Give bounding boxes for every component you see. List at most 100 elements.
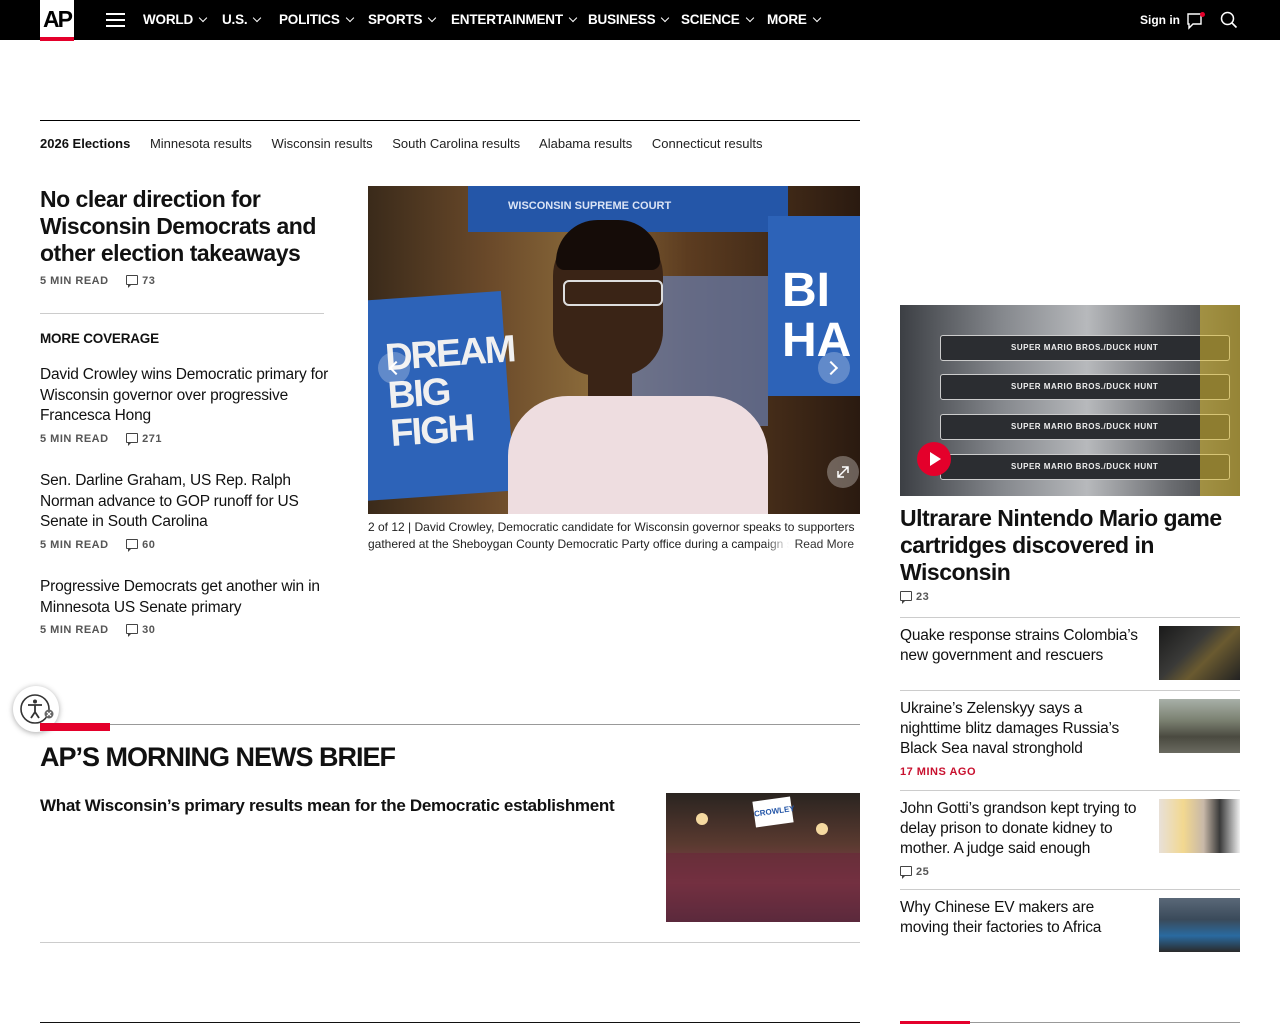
coverage-meta: 5 MIN READ 30 bbox=[40, 624, 156, 637]
nav-sports[interactable]: SPORTS bbox=[368, 0, 437, 40]
chevron-down-icon bbox=[812, 13, 821, 23]
prev-slide-button[interactable] bbox=[378, 352, 410, 384]
chevron-down-icon bbox=[661, 13, 670, 23]
slide-counter: 2 of 12 | bbox=[368, 520, 412, 534]
divider bbox=[40, 313, 324, 314]
comment-icon bbox=[126, 275, 139, 288]
ap-logo[interactable]: AP bbox=[40, 0, 74, 41]
feature-meta[interactable]: 23 bbox=[900, 591, 929, 604]
nav-politics[interactable]: POLITICS bbox=[279, 0, 354, 40]
connecticut-results-link[interactable]: Connecticut results bbox=[652, 136, 763, 151]
chevron-down-icon bbox=[745, 13, 754, 23]
crowd-shape bbox=[666, 853, 860, 922]
divider bbox=[40, 724, 860, 725]
nav-us[interactable]: U.S. bbox=[222, 0, 262, 40]
divider bbox=[40, 1022, 860, 1023]
play-icon bbox=[930, 452, 941, 466]
comment-icon bbox=[900, 866, 912, 879]
chevron-down-icon bbox=[345, 13, 354, 23]
side-story: John Gotti’s grandson kept trying to del… bbox=[900, 790, 1240, 889]
message-bubble-icon[interactable] bbox=[1186, 12, 1206, 30]
light-shape bbox=[696, 813, 708, 825]
comment-icon bbox=[900, 591, 912, 604]
chevron-left-icon bbox=[388, 360, 404, 376]
coverage-headline[interactable]: Progressive Democrats get another win in… bbox=[40, 577, 345, 618]
comment-count[interactable]: 25 bbox=[900, 866, 929, 879]
coverage-item: Progressive Democrats get another win in… bbox=[40, 577, 345, 637]
side-story-thumbnail[interactable] bbox=[1159, 626, 1240, 680]
read-more-link[interactable]: Read More bbox=[764, 536, 854, 553]
play-button[interactable] bbox=[917, 442, 951, 476]
chevron-down-icon bbox=[568, 13, 578, 23]
side-story-thumbnail[interactable] bbox=[1159, 898, 1240, 952]
morning-brief-image[interactable]: CROWLEY bbox=[666, 793, 860, 922]
photo-sign-left: DREAM BIG FIGH bbox=[368, 291, 516, 501]
coverage-item: Sen. Darline Graham, US Rep. Ralph Norma… bbox=[40, 471, 345, 552]
nav-science[interactable]: SCIENCE bbox=[681, 0, 754, 40]
chevron-down-icon bbox=[428, 13, 437, 23]
search-icon[interactable] bbox=[1220, 11, 1238, 29]
comment-count[interactable]: 30 bbox=[126, 624, 155, 637]
comment-count[interactable]: 73 bbox=[126, 275, 155, 288]
side-story: Quake response strains Colombia’s new go… bbox=[900, 617, 1240, 690]
wisconsin-results-link[interactable]: Wisconsin results bbox=[271, 136, 372, 151]
side-story-headline[interactable]: Why Chinese EV makers are moving their f… bbox=[900, 898, 1146, 938]
slideshow-photo[interactable]: WISCONSIN SUPREME COURT DREAM BIG FIGH B… bbox=[368, 186, 860, 514]
sign-in-link[interactable]: Sign in bbox=[1140, 0, 1180, 40]
side-story: Why Chinese EV makers are moving their f… bbox=[900, 889, 1240, 959]
side-story-thumbnail[interactable] bbox=[1159, 799, 1240, 853]
nav-entertainment[interactable]: ENTERTAINMENT bbox=[451, 0, 578, 40]
comment-count[interactable]: 60 bbox=[126, 538, 155, 552]
nav-business[interactable]: BUSINESS bbox=[588, 0, 670, 40]
photo-person bbox=[563, 280, 663, 306]
chevron-down-icon bbox=[253, 13, 262, 23]
side-story-headline[interactable]: John Gotti’s grandson kept trying to del… bbox=[900, 799, 1146, 859]
photo-caption: 2 of 12 | David Crowley, Democratic cand… bbox=[368, 519, 858, 553]
light-shape bbox=[816, 823, 828, 835]
coverage-headline[interactable]: Sen. Darline Graham, US Rep. Ralph Norma… bbox=[40, 471, 345, 533]
nav-more[interactable]: MORE bbox=[767, 0, 821, 40]
feature-headline[interactable]: Ultrarare Nintendo Mario game cartridges… bbox=[900, 505, 1230, 586]
section-accent bbox=[40, 723, 110, 731]
cartridge-shape: SUPER MARIO BROS./DUCK HUNT bbox=[940, 335, 1230, 361]
side-story-thumbnail[interactable] bbox=[1159, 699, 1240, 753]
minnesota-results-link[interactable]: Minnesota results bbox=[150, 136, 252, 151]
expand-icon bbox=[837, 466, 849, 478]
alabama-results-link[interactable]: Alabama results bbox=[539, 136, 632, 151]
comment-icon bbox=[126, 624, 139, 637]
side-story: Ukraine’s Zelenskyy says a nighttime bli… bbox=[900, 690, 1240, 790]
cartridge-shape: SUPER MARIO BROS./DUCK HUNT bbox=[940, 414, 1230, 440]
photo-background bbox=[1200, 305, 1240, 496]
top-nav-bar: AP WORLD U.S. POLITICS SPORTS ENTERTAINM… bbox=[0, 0, 1280, 41]
comment-icon bbox=[126, 538, 139, 552]
expand-button[interactable] bbox=[827, 456, 859, 488]
south-carolina-results-link[interactable]: South Carolina results bbox=[392, 136, 520, 151]
coverage-meta: 5 MIN READ 271 bbox=[40, 432, 162, 446]
chevron-right-icon bbox=[823, 360, 839, 376]
coverage-meta: 5 MIN READ 60 bbox=[40, 538, 156, 552]
feature-video-thumbnail[interactable]: SUPER MARIO BROS./DUCK HUNT SUPER MARIO … bbox=[900, 305, 1240, 496]
hamburger-menu-icon[interactable] bbox=[106, 13, 125, 27]
next-slide-button[interactable] bbox=[818, 352, 850, 384]
elections-bar: 2026 Elections Minnesota results Wiscons… bbox=[40, 136, 778, 154]
morning-brief-title[interactable]: AP’S MORNING NEWS BRIEF bbox=[40, 742, 396, 773]
comment-icon bbox=[126, 432, 139, 446]
cartridge-shape: SUPER MARIO BROS./DUCK HUNT bbox=[940, 374, 1230, 400]
coverage-headline[interactable]: David Crowley wins Democratic primary fo… bbox=[40, 365, 345, 427]
coverage-item: David Crowley wins Democratic primary fo… bbox=[40, 365, 345, 446]
lead-story-headline[interactable]: No clear direction for Wisconsin Democra… bbox=[40, 186, 340, 267]
morning-brief-headline[interactable]: What Wisconsin’s primary results mean fo… bbox=[40, 796, 640, 816]
lead-story-meta: 5 MIN READ 73 bbox=[40, 275, 155, 288]
side-story-headline[interactable]: Ukraine’s Zelenskyy says a nighttime bli… bbox=[900, 699, 1146, 759]
cartridge-shape: SUPER MARIO BROS./DUCK HUNT bbox=[940, 454, 1230, 480]
photo-person bbox=[508, 396, 768, 514]
side-story-headline[interactable]: Quake response strains Colombia’s new go… bbox=[900, 626, 1146, 666]
timestamp: 17 MINS AGO bbox=[900, 766, 976, 778]
nav-world[interactable]: WORLD bbox=[143, 0, 208, 40]
chevron-down-icon bbox=[198, 13, 208, 23]
comment-count[interactable]: 271 bbox=[126, 432, 162, 446]
more-coverage-title: MORE COVERAGE bbox=[40, 331, 159, 346]
crowd-sign: CROWLEY bbox=[752, 796, 795, 828]
divider bbox=[40, 942, 860, 943]
elections-lead-link[interactable]: 2026 Elections bbox=[40, 136, 130, 151]
